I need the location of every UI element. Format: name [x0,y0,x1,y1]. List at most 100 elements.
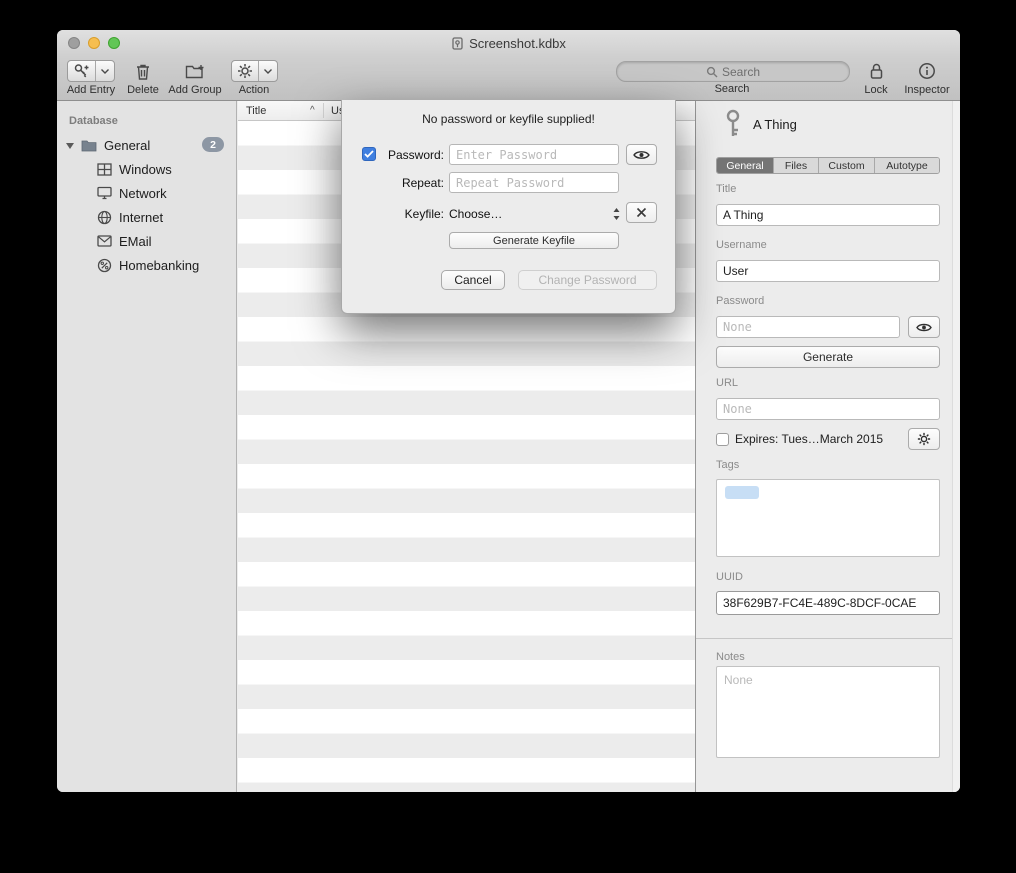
minimize-button[interactable] [88,37,100,49]
add-entry-label: Add Entry [63,84,119,96]
sidebar-group-general[interactable]: General 2 [57,133,236,157]
action-label: Action [230,84,278,96]
keyfile-value: Choose… [449,207,612,221]
column-header-title[interactable]: Title [246,105,266,117]
sidebar-item-email[interactable]: EMail [57,229,236,253]
sort-ascending-icon: ^ [310,105,315,116]
keyfile-label: Keyfile: [364,207,444,221]
document-icon [451,37,464,50]
sidebar-item-network[interactable]: Network [57,181,236,205]
folder-icon [81,139,97,152]
repeat-password-input[interactable] [449,172,619,193]
title-field-label: Title [716,183,736,195]
globe-icon [97,210,112,225]
display-icon [97,186,112,200]
action-button[interactable]: Action [230,59,278,96]
inspector-scrollbar[interactable] [952,101,960,792]
toolbar: Add Entry Delete Add Group [57,57,960,101]
search-icon [706,66,718,78]
sidebar-item-windows[interactable]: Windows [57,157,236,181]
search-input[interactable]: Search [616,61,850,82]
window-title: Screenshot.kdbx [469,36,566,51]
add-entry-button[interactable]: Add Entry [63,59,119,96]
eye-icon [916,322,932,333]
folder-plus-icon [185,63,206,80]
uuid-label: UUID [716,571,743,583]
sidebar-header: Database [69,115,236,127]
percent-coin-icon [97,258,112,273]
zoom-button[interactable] [108,37,120,49]
inspector-panel: A Thing General Files Custom Autotype Ti… [695,101,960,792]
close-button[interactable] [68,37,80,49]
window-title-area: Screenshot.kdbx [177,36,840,51]
tags-label: Tags [716,459,739,471]
sidebar-item-label: Windows [119,162,172,177]
delete-button[interactable]: Delete [121,59,165,96]
notes-box[interactable]: None [716,666,940,758]
sidebar-item-label: Homebanking [119,258,199,273]
username-field[interactable] [716,260,940,282]
dialog-message: No password or keyfile supplied! [342,112,675,126]
clear-keyfile-button[interactable] [626,202,657,223]
tab-general[interactable]: General [717,158,773,173]
sidebar-item-internet[interactable]: Internet [57,205,236,229]
sidebar-group-label: General [104,138,150,153]
screen: Screenshot.kdbx Add Entry [0,0,1016,873]
close-x-icon [636,207,647,218]
key-plus-icon [68,61,95,81]
search-placeholder: Search [722,65,760,79]
generate-password-button[interactable]: Generate [716,346,940,368]
password-field[interactable] [716,316,900,338]
tab-autotype[interactable]: Autotype [874,158,939,173]
change-password-dialog: No password or keyfile supplied! Passwor… [341,100,676,314]
title-field[interactable] [716,204,940,226]
chevron-down-icon [95,61,114,81]
traffic-lights [68,37,120,49]
inspector-button[interactable]: Inspector [899,59,955,96]
sidebar-item-homebanking[interactable]: Homebanking [57,253,236,277]
uuid-field[interactable] [716,591,940,615]
tags-box[interactable] [716,479,940,557]
cancel-button[interactable]: Cancel [441,270,505,290]
add-group-button[interactable]: Add Group [164,59,226,96]
notes-label: Notes [716,651,745,663]
disclosure-triangle-icon[interactable] [66,143,74,149]
keyfile-popup[interactable]: Choose… [449,203,621,224]
username-field-label: Username [716,239,767,251]
expires-label: Expires: Tues…March 2015 [735,432,883,446]
tab-files[interactable]: Files [773,158,818,173]
gear-icon [917,432,931,446]
chevron-down-icon [258,61,277,81]
repeat-label: Repeat: [364,176,444,190]
url-field[interactable] [716,398,940,420]
column-divider[interactable] [323,103,324,118]
tab-custom[interactable]: Custom [818,158,874,173]
expires-checkbox[interactable] [716,433,729,446]
lock-button[interactable]: Lock [857,59,895,96]
password-label: Password: [364,148,444,162]
titlebar: Screenshot.kdbx [57,30,960,57]
search-label: Search [616,83,848,95]
reveal-dialog-password-button[interactable] [626,144,657,165]
sidebar-item-label: Internet [119,210,163,225]
group-count-badge: 2 [202,137,224,152]
generate-keyfile-button[interactable]: Generate Keyfile [449,232,619,249]
sidebar: Database General 2 Windows [57,101,237,792]
sidebar-item-label: Network [119,186,167,201]
entry-title: A Thing [753,117,797,132]
change-password-button[interactable]: Change Password [518,270,657,290]
tag-chip[interactable] [725,486,759,499]
window-panes-icon [97,163,112,176]
expires-settings-button[interactable] [908,428,940,450]
key-icon [722,109,744,139]
eye-icon [633,149,650,161]
expires-row: Expires: Tues…March 2015 [716,432,883,446]
password-field-label: Password [716,295,764,307]
inspector-divider [696,638,960,639]
envelope-icon [97,235,112,247]
entry-header: A Thing [722,109,797,139]
url-field-label: URL [716,377,738,389]
delete-label: Delete [121,84,165,96]
enter-password-input[interactable] [449,144,619,165]
reveal-password-button[interactable] [908,316,940,338]
